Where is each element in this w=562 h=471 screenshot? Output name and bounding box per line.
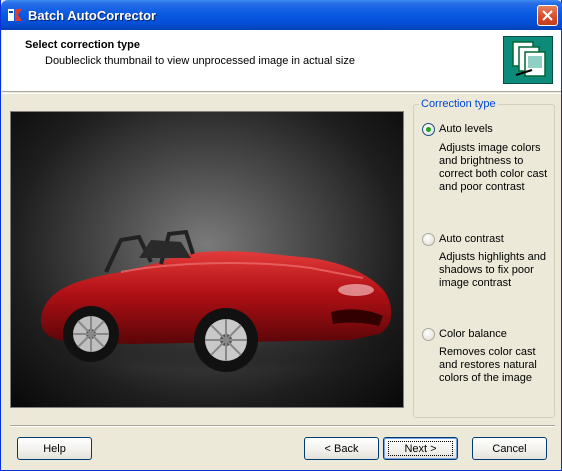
back-button[interactable]: < Back: [304, 437, 379, 460]
radio-auto-levels-button[interactable]: [422, 122, 435, 136]
radio-auto-contrast[interactable]: Auto contrast: [422, 232, 504, 246]
help-button-label: Help: [43, 442, 66, 455]
radio-color-balance-button[interactable]: [422, 327, 435, 341]
title-bar[interactable]: Batch AutoCorrector: [1, 0, 562, 30]
color-balance-description: Removes color cast and restores natural …: [439, 346, 537, 384]
auto-levels-description: Adjusts image colors and brightness to c…: [439, 142, 548, 193]
footer-separator: [10, 425, 555, 427]
help-button[interactable]: Help: [17, 437, 92, 460]
header-subtitle: Doubleclick thumbnail to view unprocesse…: [45, 55, 355, 67]
app-icon: [7, 7, 23, 23]
radio-auto-contrast-label: Auto contrast: [439, 233, 504, 245]
correction-type-legend: Correction type: [419, 98, 498, 110]
window-title: Batch AutoCorrector: [28, 8, 157, 23]
radio-auto-contrast-button[interactable]: [422, 232, 435, 246]
focus-ring: [388, 441, 453, 456]
close-button[interactable]: [537, 5, 558, 26]
cancel-button[interactable]: Cancel: [472, 437, 547, 460]
wizard-logo-icon: [503, 36, 553, 84]
radio-auto-levels[interactable]: Auto levels: [422, 122, 493, 136]
dialog-window: Batch AutoCorrector Select correction ty…: [0, 0, 562, 471]
auto-contrast-description: Adjusts highlights and shadows to fix po…: [439, 251, 547, 289]
cancel-button-label: Cancel: [492, 442, 527, 455]
header-divider: [2, 93, 561, 94]
wizard-header: Select correction type Doubleclick thumb…: [2, 30, 561, 92]
radio-color-balance[interactable]: Color balance: [422, 327, 507, 341]
car-image: [36, 229, 403, 372]
image-thumbnail[interactable]: [10, 111, 404, 408]
next-button[interactable]: Next >: [383, 437, 458, 460]
header-title: Select correction type: [25, 39, 140, 51]
radio-color-balance-label: Color balance: [439, 328, 507, 340]
radio-auto-levels-label: Auto levels: [439, 123, 493, 135]
back-button-label: < Back: [324, 442, 359, 455]
